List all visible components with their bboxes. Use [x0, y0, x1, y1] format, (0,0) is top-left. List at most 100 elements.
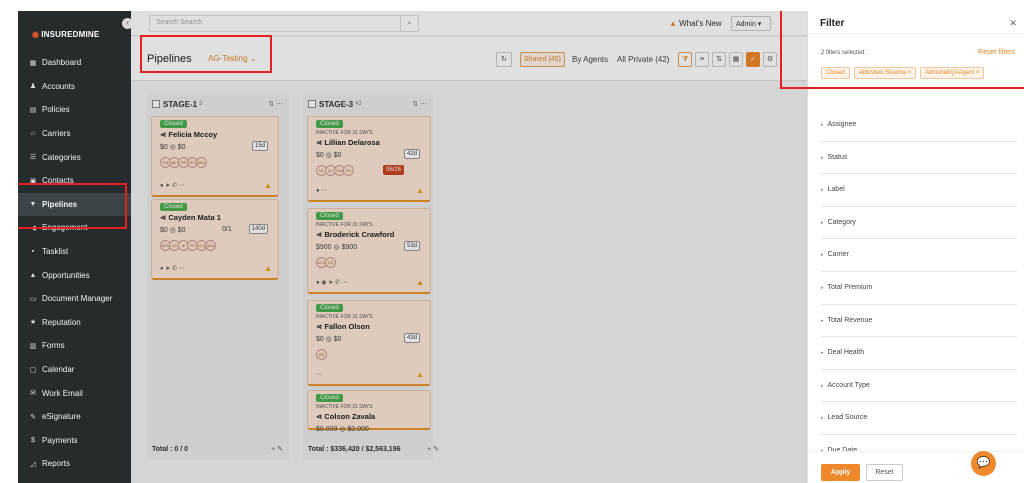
filter-panel: Filter ✕ 2 filters selected: Reset filte…	[807, 11, 1024, 483]
sidebar-item-categories[interactable]: ☰ Categories	[18, 145, 131, 169]
filter-chip[interactable]: AbhishekQAAgent ×	[920, 67, 985, 79]
filter-section-label: Total Revenue	[827, 316, 873, 324]
caret-right-icon: ▸	[821, 187, 824, 194]
filter-section-total-premium[interactable]: ▸ Total Premium	[821, 272, 1017, 305]
caret-right-icon: ▸	[821, 350, 824, 357]
filter-section-label: Total Premium	[827, 283, 873, 291]
sidebar-item-reputation[interactable]: ★ Reputation	[18, 311, 131, 335]
sidebar-item-pipelines[interactable]: ▼ Pipelines	[18, 192, 131, 217]
sidebar-item-label: Tasklist	[42, 247, 69, 257]
reset-filters-link[interactable]: Reset filters	[978, 49, 1015, 56]
caret-right-icon: ▸	[821, 415, 824, 422]
sidebar-item-label: Policies	[42, 105, 70, 115]
filter-section-assignee[interactable]: ▸ Assignee	[821, 109, 1017, 142]
sidebar-item-label: Reports	[42, 459, 71, 469]
file-icon: ▤	[29, 106, 37, 114]
caret-right-icon: ▸	[821, 219, 824, 226]
filter-section-lead-source[interactable]: ▸ Lead Source	[821, 402, 1017, 435]
filter-chip[interactable]: Closed	[821, 67, 850, 79]
filter-section-carrier[interactable]: ▸ Carrier	[821, 239, 1017, 272]
contact-icon: ▣	[29, 177, 37, 185]
sidebar-item-esignature[interactable]: ✎ eSignature	[18, 405, 131, 429]
sidebar-item-label: Pipelines	[42, 199, 78, 209]
calendar-icon: ▢	[29, 366, 37, 374]
folder-icon: ▭	[29, 295, 37, 303]
filter-chip[interactable]: Abhishek Sharma ×	[853, 67, 917, 79]
filter-section-status[interactable]: ▸ Status	[821, 142, 1017, 175]
sidebar-item-label: eSignature	[42, 412, 81, 422]
caret-right-icon: ▸	[821, 317, 824, 324]
sidebar-item-label: Forms	[42, 341, 65, 351]
filter-section-label: Lead Source	[827, 414, 868, 422]
list-icon: ☰	[29, 154, 37, 162]
apply-button[interactable]: Apply	[821, 464, 860, 481]
sidebar-item-opportunities[interactable]: ▲ Opportunities	[18, 263, 131, 287]
filter-section-total-revenue[interactable]: ▸ Total Revenue	[821, 305, 1017, 338]
filter-section-label: Carrier	[827, 251, 849, 259]
sidebar-item-label: Opportunities	[42, 270, 90, 280]
sidebar-item-dashboard[interactable]: ▦ Dashboard	[18, 51, 131, 75]
pen-icon: ✎	[30, 413, 36, 421]
filter-section-account-type[interactable]: ▸ Account Type	[821, 370, 1017, 403]
task-icon: ▪	[31, 248, 35, 256]
sidebar-item-document-manager[interactable]: ▭ Document Manager	[18, 287, 131, 311]
reset-button[interactable]: Reset	[866, 464, 903, 481]
filter-section-deal-health[interactable]: ▸ Deal Health	[821, 337, 1017, 370]
caret-right-icon: ▸	[821, 252, 824, 259]
filter-title: Filter	[808, 11, 1024, 34]
caret-right-icon: ▸	[821, 382, 824, 389]
sidebar-item-label: Document Manager	[42, 294, 113, 304]
sidebar-item-calendar[interactable]: ▢ Calendar	[18, 358, 131, 382]
filter-icon: ▼	[29, 200, 37, 208]
caret-right-icon: ▸	[821, 284, 824, 291]
sidebar-item-reports[interactable]: ◿ Reports	[18, 452, 131, 476]
sidebar: ◉ INSUREDMINE ‹ ▦ Dashboard ♟ Accounts ▤ Polic…	[18, 11, 133, 483]
filter-chips: Closed Abhishek Sharma × AbhishekQAAgent ×	[821, 67, 988, 79]
filter-section-label: Status	[827, 153, 848, 161]
filter-section-label: Assignee	[827, 121, 857, 128]
sidebar-item-label: Payments	[42, 435, 78, 445]
filters-selected-text: 2 filters selected:	[821, 50, 867, 56]
sidebar-item-tasklist[interactable]: ▪ Tasklist	[18, 240, 131, 264]
sidebar-item-carriers[interactable]: ⌂ Carriers	[18, 122, 131, 146]
sidebar-item-label: Calendar	[42, 365, 75, 375]
sidebar-item-label: Carriers	[42, 129, 71, 139]
form-icon: ▥	[29, 342, 37, 350]
sidebar-item-accounts[interactable]: ♟ Accounts	[18, 75, 131, 99]
caret-right-icon: ▸	[821, 154, 824, 161]
brand-logo: ◉ INSUREDMINE	[32, 30, 100, 39]
sidebar-item-policies[interactable]: ▤ Policies	[18, 98, 131, 122]
caret-right-icon: ▸	[821, 122, 824, 128]
filter-sections: ▸ Assignee ▸ Status ▸ Label ▸ Category ▸ Carrier ▸…	[821, 109, 1017, 468]
sidebar-item-forms[interactable]: ▥ Forms	[18, 334, 131, 358]
sidebar-item-payments[interactable]: $ Payments	[18, 429, 131, 453]
sidebar-item-contacts[interactable]: ▣ Contacts	[18, 169, 131, 193]
sidebar-item-label: Categories	[42, 152, 81, 162]
filter-section-category[interactable]: ▸ Category	[821, 207, 1017, 240]
close-icon[interactable]: ✕	[1009, 18, 1017, 29]
app-window: ◉ INSUREDMINE ‹ ▦ Dashboard ♟ Accounts ▤ Polic…	[18, 11, 1024, 483]
bank-icon: ⌂	[30, 130, 36, 138]
report-icon: ◿	[30, 460, 36, 468]
megaphone-icon: ◀	[30, 224, 36, 232]
sidebar-item-label: Contacts	[42, 176, 74, 186]
chart-icon: ▲	[29, 271, 37, 279]
dashboard-icon: ▦	[29, 59, 37, 67]
sidebar-nav: ▦ Dashboard ♟ Accounts ▤ Policies ⌂ Carriers ☰ Ca…	[18, 51, 131, 476]
sidebar-item-engagement[interactable]: ◀ Engagement	[18, 216, 131, 240]
filter-section-label: Account Type	[827, 381, 870, 389]
sidebar-item-work-email[interactable]: ✉ Work Email	[18, 381, 131, 405]
star-icon: ★	[29, 319, 37, 327]
sidebar-item-label: Engagement	[42, 223, 88, 233]
sidebar-item-label: Reputation	[42, 317, 81, 327]
filter-section-label: Category	[827, 218, 856, 226]
filter-section-label[interactable]: ▸ Label	[821, 174, 1017, 207]
filter-section-label: Label	[827, 186, 845, 194]
sidebar-item-label: Work Email	[42, 388, 83, 398]
dollar-icon: $	[31, 436, 35, 444]
filter-section-label: Deal Health	[827, 349, 865, 357]
mail-icon: ✉	[30, 390, 36, 398]
chat-icon[interactable]: 💬	[971, 451, 996, 476]
users-icon: ♟	[29, 83, 37, 91]
sidebar-item-label: Dashboard	[42, 58, 82, 68]
